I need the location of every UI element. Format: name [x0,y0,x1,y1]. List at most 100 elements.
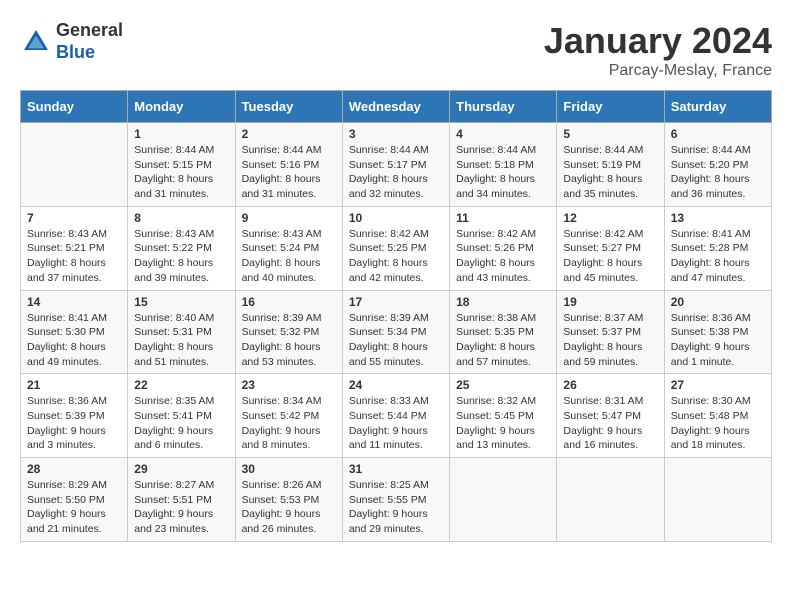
logo-blue: Blue [56,42,123,64]
day-info: Sunrise: 8:30 AMSunset: 5:48 PMDaylight:… [671,394,765,453]
day-info: Sunrise: 8:25 AMSunset: 5:55 PMDaylight:… [349,478,443,537]
day-info: Sunrise: 8:31 AMSunset: 5:47 PMDaylight:… [563,394,657,453]
day-number: 18 [456,295,550,309]
calendar-cell: 2 Sunrise: 8:44 AMSunset: 5:16 PMDaylight… [235,123,342,207]
day-info: Sunrise: 8:36 AMSunset: 5:38 PMDaylight:… [671,311,765,370]
day-info: Sunrise: 8:40 AMSunset: 5:31 PMDaylight:… [134,311,228,370]
calendar-cell: 28Sunrise: 8:29 AMSunset: 5:50 PMDayligh… [21,458,128,542]
calendar-cell [450,458,557,542]
day-number: 11 [456,211,550,225]
day-number: 3 [349,127,443,141]
month-title: January 2024 [544,20,772,62]
title-block: January 2024 Parcay-Meslay, France [544,20,772,80]
day-number: 17 [349,295,443,309]
day-number: 7 [27,211,121,225]
calendar-header: SundayMondayTuesdayWednesdayThursdayFrid… [21,91,772,123]
calendar-cell: 7 Sunrise: 8:43 AMSunset: 5:21 PMDaylight… [21,206,128,290]
day-number: 1 [134,127,228,141]
day-info: Sunrise: 8:39 AMSunset: 5:32 PMDaylight:… [242,311,336,370]
calendar-cell: 19 Sunrise: 8:37 AMSunset: 5:37 PMDayligh… [557,290,664,374]
weekday-header-row: SundayMondayTuesdayWednesdayThursdayFrid… [21,91,772,123]
weekday-header-wednesday: Wednesday [342,91,449,123]
day-info: Sunrise: 8:37 AMSunset: 5:37 PMDaylight:… [563,311,657,370]
day-number: 13 [671,211,765,225]
calendar-cell [21,123,128,207]
calendar-cell: 27 Sunrise: 8:30 AMSunset: 5:48 PMDayligh… [664,374,771,458]
calendar-cell: 29 Sunrise: 8:27 AMSunset: 5:51 PMDayligh… [128,458,235,542]
day-info: Sunrise: 8:44 AMSunset: 5:17 PMDaylight:… [349,143,443,202]
day-number: 6 [671,127,765,141]
calendar-cell: 11 Sunrise: 8:42 AMSunset: 5:26 PMDayligh… [450,206,557,290]
day-info: Sunrise: 8:44 AMSunset: 5:19 PMDaylight:… [563,143,657,202]
day-info: Sunrise: 8:43 AMSunset: 5:24 PMDaylight:… [242,227,336,286]
location: Parcay-Meslay, France [544,62,772,80]
calendar-cell: 22Sunrise: 8:35 AMSunset: 5:41 PMDayligh… [128,374,235,458]
day-number: 31 [349,462,443,476]
day-number: 24 [349,378,443,392]
calendar-cell: 4Sunrise: 8:44 AMSunset: 5:18 PMDaylight… [450,123,557,207]
day-number: 12 [563,211,657,225]
calendar-cell [664,458,771,542]
day-info: Sunrise: 8:35 AMSunset: 5:41 PMDaylight:… [134,394,228,453]
weekday-header-friday: Friday [557,91,664,123]
calendar-cell: 9 Sunrise: 8:43 AMSunset: 5:24 PMDaylight… [235,206,342,290]
calendar-body: 1 Sunrise: 8:44 AMSunset: 5:15 PMDaylight… [21,123,772,542]
day-info: Sunrise: 8:39 AMSunset: 5:34 PMDaylight:… [349,311,443,370]
day-info: Sunrise: 8:26 AMSunset: 5:53 PMDaylight:… [242,478,336,537]
day-number: 28 [27,462,121,476]
calendar-week-2: 7 Sunrise: 8:43 AMSunset: 5:21 PMDaylight… [21,206,772,290]
logo: General Blue [20,20,123,63]
calendar-cell [557,458,664,542]
calendar-cell: 21 Sunrise: 8:36 AMSunset: 5:39 PMDayligh… [21,374,128,458]
calendar-cell: 15Sunrise: 8:40 AMSunset: 5:31 PMDayligh… [128,290,235,374]
calendar-week-1: 1 Sunrise: 8:44 AMSunset: 5:15 PMDaylight… [21,123,772,207]
logo-icon [20,26,52,58]
day-number: 16 [242,295,336,309]
day-number: 19 [563,295,657,309]
day-info: Sunrise: 8:42 AMSunset: 5:26 PMDaylight:… [456,227,550,286]
page-header: General Blue January 2024 Parcay-Meslay,… [20,20,772,80]
calendar-cell: 25Sunrise: 8:32 AMSunset: 5:45 PMDayligh… [450,374,557,458]
calendar-cell: 6 Sunrise: 8:44 AMSunset: 5:20 PMDaylight… [664,123,771,207]
calendar-cell: 23 Sunrise: 8:34 AMSunset: 5:42 PMDayligh… [235,374,342,458]
day-info: Sunrise: 8:34 AMSunset: 5:42 PMDaylight:… [242,394,336,453]
calendar-cell: 3 Sunrise: 8:44 AMSunset: 5:17 PMDaylight… [342,123,449,207]
day-info: Sunrise: 8:38 AMSunset: 5:35 PMDaylight:… [456,311,550,370]
calendar-cell: 1 Sunrise: 8:44 AMSunset: 5:15 PMDaylight… [128,123,235,207]
calendar-cell: 26Sunrise: 8:31 AMSunset: 5:47 PMDayligh… [557,374,664,458]
logo-general: General [56,20,123,42]
day-info: Sunrise: 8:43 AMSunset: 5:22 PMDaylight:… [134,227,228,286]
calendar-week-5: 28Sunrise: 8:29 AMSunset: 5:50 PMDayligh… [21,458,772,542]
day-number: 10 [349,211,443,225]
day-number: 25 [456,378,550,392]
calendar-cell: 5Sunrise: 8:44 AMSunset: 5:19 PMDaylight… [557,123,664,207]
weekday-header-saturday: Saturday [664,91,771,123]
calendar-cell: 17 Sunrise: 8:39 AMSunset: 5:34 PMDayligh… [342,290,449,374]
calendar-cell: 13 Sunrise: 8:41 AMSunset: 5:28 PMDayligh… [664,206,771,290]
calendar-cell: 14Sunrise: 8:41 AMSunset: 5:30 PMDayligh… [21,290,128,374]
calendar-week-3: 14Sunrise: 8:41 AMSunset: 5:30 PMDayligh… [21,290,772,374]
weekday-header-tuesday: Tuesday [235,91,342,123]
day-info: Sunrise: 8:44 AMSunset: 5:15 PMDaylight:… [134,143,228,202]
day-number: 21 [27,378,121,392]
day-number: 8 [134,211,228,225]
day-info: Sunrise: 8:36 AMSunset: 5:39 PMDaylight:… [27,394,121,453]
day-number: 9 [242,211,336,225]
calendar-week-4: 21 Sunrise: 8:36 AMSunset: 5:39 PMDayligh… [21,374,772,458]
day-info: Sunrise: 8:33 AMSunset: 5:44 PMDaylight:… [349,394,443,453]
calendar-table: SundayMondayTuesdayWednesdayThursdayFrid… [20,90,772,542]
day-info: Sunrise: 8:44 AMSunset: 5:18 PMDaylight:… [456,143,550,202]
calendar-cell: 16 Sunrise: 8:39 AMSunset: 5:32 PMDayligh… [235,290,342,374]
calendar-cell: 8 Sunrise: 8:43 AMSunset: 5:22 PMDaylight… [128,206,235,290]
day-info: Sunrise: 8:43 AMSunset: 5:21 PMDaylight:… [27,227,121,286]
day-info: Sunrise: 8:44 AMSunset: 5:16 PMDaylight:… [242,143,336,202]
calendar-cell: 31 Sunrise: 8:25 AMSunset: 5:55 PMDayligh… [342,458,449,542]
day-number: 23 [242,378,336,392]
day-number: 2 [242,127,336,141]
day-number: 27 [671,378,765,392]
day-info: Sunrise: 8:41 AMSunset: 5:28 PMDaylight:… [671,227,765,286]
calendar-cell: 12Sunrise: 8:42 AMSunset: 5:27 PMDayligh… [557,206,664,290]
day-number: 29 [134,462,228,476]
day-info: Sunrise: 8:27 AMSunset: 5:51 PMDaylight:… [134,478,228,537]
day-info: Sunrise: 8:44 AMSunset: 5:20 PMDaylight:… [671,143,765,202]
